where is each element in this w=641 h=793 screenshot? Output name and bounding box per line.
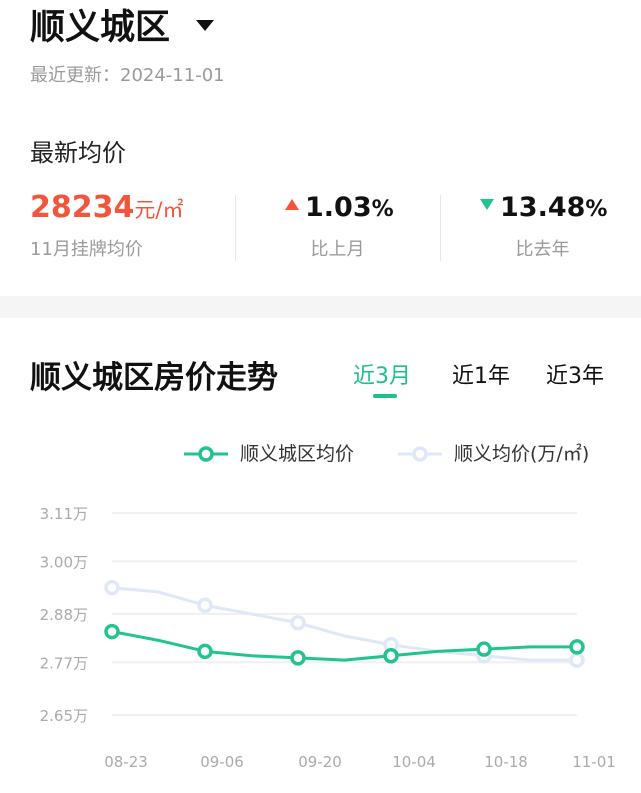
- data-point-district: [104, 623, 120, 640]
- legend-item-district: 顺义城区均价: [184, 440, 354, 468]
- chevron-down-icon[interactable]: [196, 20, 214, 31]
- stat-divider: [440, 195, 441, 261]
- stat-price: 28234元/㎡ 11月挂牌均价: [30, 188, 183, 262]
- mom-unit: %: [371, 197, 394, 222]
- yoy-label: 比去年: [515, 239, 570, 260]
- arrow-up-icon: [285, 199, 299, 210]
- page-title[interactable]: 顺义城区: [30, 6, 170, 50]
- x-tick-label: 10-18: [484, 753, 528, 771]
- trend-chart: 3.11万 3.00万 2.88万 2.77万 2.65万 08-23 09-06 09-20…: [40, 505, 616, 771]
- x-tick-label: 10-04: [392, 753, 436, 771]
- y-tick-label: 3.00万: [40, 553, 88, 571]
- data-point-city: [569, 652, 585, 668]
- stat-yoy: 13.48% 比去年: [480, 188, 608, 262]
- stat-divider: [235, 195, 236, 261]
- data-point-city: [290, 615, 306, 631]
- tab-3-years[interactable]: 近3年: [546, 362, 604, 392]
- x-tick-label: 09-06: [200, 753, 244, 771]
- last-updated: 最近更新：2024-11-01: [30, 65, 225, 86]
- legend-line-icon: [398, 446, 442, 462]
- y-tick-label: 2.77万: [40, 654, 88, 672]
- price-sub-label: 11月挂牌均价: [30, 239, 143, 260]
- legend-line-icon: [184, 446, 228, 462]
- arrow-down-icon: [480, 199, 494, 210]
- tab-active-indicator: [373, 394, 397, 398]
- price-value: 28234: [30, 190, 135, 225]
- section-label-latest-price: 最新均价: [30, 139, 126, 167]
- mom-value: 1.03: [305, 192, 372, 223]
- legend-label-city: 顺义均价(万/㎡): [454, 443, 590, 465]
- legend-label-district: 顺义城区均价: [240, 443, 355, 465]
- legend-item-city: 顺义均价(万/㎡): [398, 440, 589, 468]
- y-tick-label: 2.88万: [40, 606, 88, 624]
- y-tick-label: 3.11万: [40, 505, 88, 523]
- price-unit: 元/㎡: [134, 198, 184, 222]
- data-point-district: [197, 643, 213, 660]
- data-point-district: [476, 641, 492, 657]
- y-tick-label: 2.65万: [40, 707, 88, 725]
- yoy-unit: %: [585, 197, 608, 222]
- x-tick-label: 08-23: [104, 753, 148, 771]
- data-point-district: [383, 647, 399, 664]
- yoy-value: 13.48: [500, 192, 586, 223]
- x-tick-label: 09-20: [298, 753, 342, 771]
- mom-label: 比上月: [310, 239, 365, 260]
- tab-3-months[interactable]: 近3月: [353, 362, 411, 392]
- x-tick-label: 11-01: [572, 753, 616, 771]
- data-point-city: [197, 597, 213, 613]
- trend-title: 顺义城区房价走势: [30, 360, 278, 396]
- data-point-district: [290, 650, 306, 666]
- tab-1-year[interactable]: 近1年: [452, 362, 510, 392]
- stat-mom: 1.03% 比上月: [285, 188, 394, 262]
- data-point-district: [569, 639, 585, 655]
- data-point-city: [104, 579, 120, 596]
